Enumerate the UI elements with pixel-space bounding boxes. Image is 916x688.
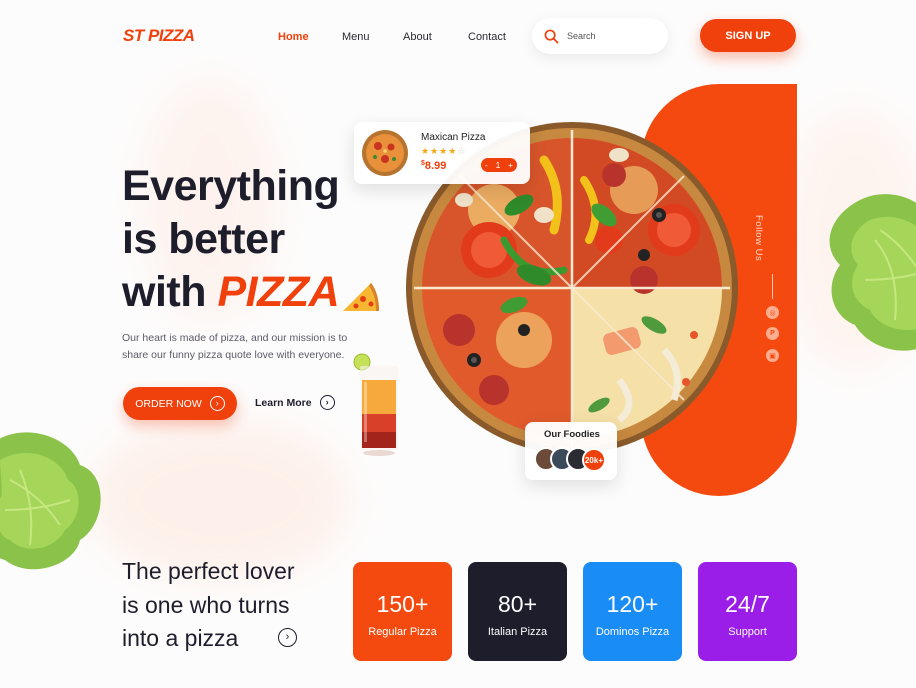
order-now-label: ORDER NOW <box>135 397 202 410</box>
signup-button[interactable]: SIGN UP <box>700 19 796 52</box>
product-name: Maxican Pizza <box>421 132 486 143</box>
stat-value: 150+ <box>376 591 429 617</box>
hero-title-line: is better <box>122 215 285 263</box>
star-empty-icon: ☆ <box>457 146 467 156</box>
arrow-right-icon: › <box>319 395 335 410</box>
section-title-line: The perfect lover <box>122 558 295 584</box>
search-input[interactable] <box>567 31 647 41</box>
lettuce-decoration-right <box>829 194 916 351</box>
quantity-stepper[interactable]: - 1 + <box>481 158 517 172</box>
nav-home[interactable]: Home <box>278 31 309 43</box>
stat-card-dominos: 120+ Dominos Pizza <box>583 562 682 661</box>
star-icon: ★ <box>421 146 431 156</box>
instagram-icon[interactable]: ◎ <box>766 306 779 319</box>
stat-card-regular: 150+ Regular Pizza <box>353 562 452 661</box>
increase-button[interactable]: + <box>508 160 513 170</box>
nav-about[interactable]: About <box>403 31 432 43</box>
hero-title-line: Everything <box>122 162 340 210</box>
drink-glass-image <box>353 353 398 456</box>
stat-label: Dominos Pizza <box>595 626 670 638</box>
learn-more-label: Learn More <box>255 396 312 409</box>
stat-card-support: 24/7 Support <box>698 562 797 661</box>
hero-title-line: with PIZZA <box>122 266 381 319</box>
hero-title: Everything is better with PIZZA <box>122 160 381 319</box>
stat-card-italian: 80+ Italian Pizza <box>468 562 567 661</box>
arrow-right-icon: › <box>209 396 225 411</box>
stat-value: 24/7 <box>725 591 770 617</box>
stat-label: Italian Pizza <box>487 626 548 638</box>
foodies-title: Our Foodies <box>544 429 600 440</box>
price-value: 8.99 <box>424 160 447 172</box>
nav-contact[interactable]: Contact <box>468 31 506 43</box>
arrow-right-icon[interactable]: › <box>278 628 297 647</box>
pizza-thumbnail <box>362 130 408 176</box>
star-icon: ★ <box>430 146 440 156</box>
stat-label: Support <box>728 626 767 638</box>
foodies-count-badge: 20k+ <box>582 448 606 472</box>
hero-title-prefix: with <box>122 268 218 316</box>
search-bar[interactable] <box>532 18 668 54</box>
section-title-line: is one who turns <box>122 591 290 618</box>
rating-stars: ★★★★☆ <box>421 146 466 157</box>
pizza-slice-icon <box>343 282 380 311</box>
learn-more-link[interactable]: Learn More › <box>255 395 335 410</box>
stat-value: 80+ <box>497 591 537 617</box>
product-price: $8.99 <box>421 160 446 172</box>
quantity-value: 1 <box>495 160 501 170</box>
landing-page: ST PIZZA Home Menu About Contact SIGN UP… <box>0 0 916 688</box>
divider <box>772 274 773 299</box>
section-title-line: into a pizza <box>122 625 239 651</box>
section-title: The perfect lover is one who turns into … <box>122 555 295 656</box>
lettuce-decoration-left <box>0 432 101 570</box>
order-now-button[interactable]: ORDER NOW › <box>123 387 237 420</box>
stat-label: Regular Pizza <box>368 626 437 638</box>
hero-description: Our heart is made of pizza, and our miss… <box>122 332 348 361</box>
brand-logo[interactable]: ST PIZZA <box>123 26 195 46</box>
foodies-card[interactable]: Our Foodies 20k+ <box>525 422 617 480</box>
pinterest-icon[interactable]: P <box>766 327 779 340</box>
twitch-icon[interactable]: ▣ <box>766 349 779 362</box>
follow-us-label: Follow Us <box>753 215 764 262</box>
stat-value: 120+ <box>606 591 659 617</box>
hero-title-highlight: PIZZA <box>217 268 340 316</box>
star-icon: ★ <box>448 146 458 156</box>
search-icon <box>544 29 559 43</box>
product-card[interactable]: Maxican Pizza ★★★★☆ $8.99 - 1 + <box>354 122 530 184</box>
decrease-button[interactable]: - <box>485 160 488 170</box>
nav-menu[interactable]: Menu <box>342 31 370 43</box>
star-icon: ★ <box>439 146 449 156</box>
